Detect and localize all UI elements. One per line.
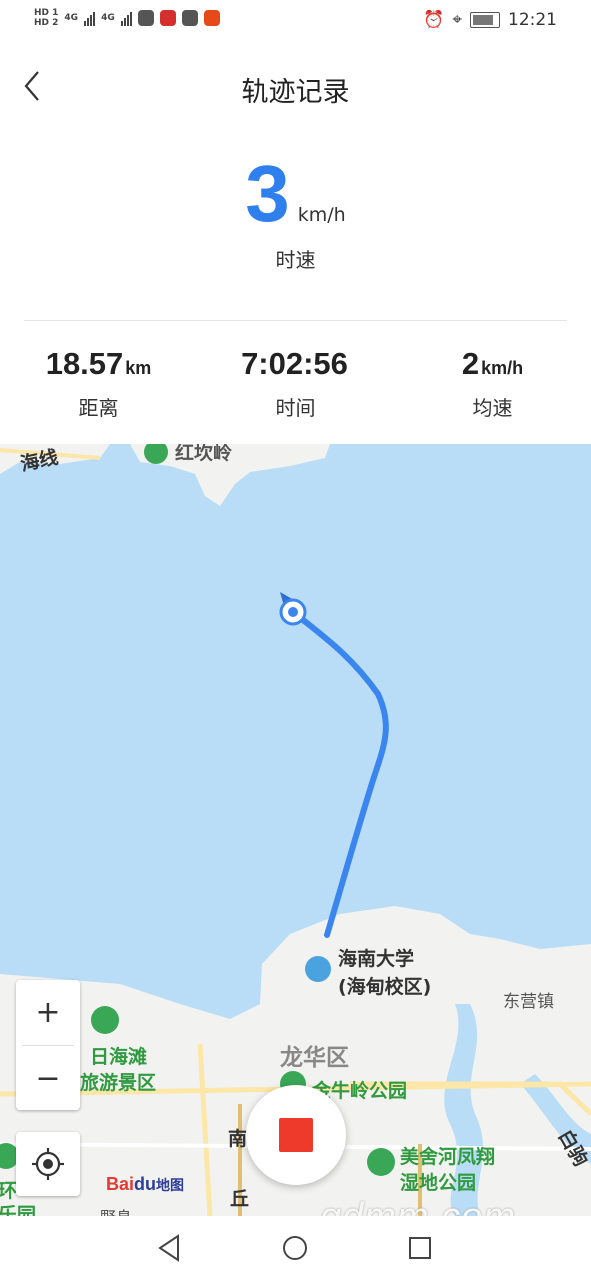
time-value: 7:02:56 — [241, 346, 348, 381]
map-label-hongkan: 红坎岭 — [175, 444, 233, 464]
stat-avg-speed: 2 km/h 均速 — [394, 346, 591, 421]
location-icon: ⌖ — [452, 10, 462, 30]
locate-button[interactable] — [16, 1132, 80, 1196]
hd-indicator: HD 1 HD 2 — [34, 8, 59, 28]
stop-recording-button[interactable] — [246, 1085, 346, 1185]
map-label-meishe-2[interactable]: 湿地公园 — [400, 1168, 476, 1195]
distance-value: 18.57 — [45, 346, 124, 381]
app-notification-icon — [181, 10, 198, 26]
zoom-control: + − — [16, 980, 80, 1110]
network-type-2: 4G — [101, 13, 115, 23]
map-label-beach-2[interactable]: 旅游景区 — [80, 1068, 156, 1095]
map-label-beach-1[interactable]: 日海滩 — [90, 1042, 147, 1069]
baidu-map-logo: Baidu地图 — [106, 1174, 184, 1195]
zoom-in-button[interactable]: + — [16, 980, 80, 1045]
page-title: 轨迹记录 — [241, 77, 350, 108]
nav-recents-icon[interactable] — [404, 1232, 436, 1264]
clock: 12:21 — [508, 10, 557, 30]
nav-home-icon[interactable] — [279, 1232, 311, 1264]
app-notification-icon — [137, 10, 154, 26]
avg-speed-label: 均速 — [472, 396, 513, 420]
alarm-icon: ⏰ — [423, 10, 445, 30]
header: 轨迹记录 — [0, 56, 591, 120]
distance-unit: km — [125, 358, 152, 378]
signal-icon — [84, 10, 96, 26]
status-bar: HD 1 HD 2 4G 4G ⏰ ⌖ 12:21 — [0, 0, 591, 44]
baidu-logo-map: 地图 — [156, 1177, 185, 1193]
app-notification-icon — [203, 10, 220, 26]
speed-value: 3 — [245, 149, 290, 238]
baidu-logo-du: du — [134, 1174, 157, 1194]
current-speed: 3 km/h — [0, 148, 591, 240]
map-label-left-2: 乐园 — [0, 1204, 37, 1216]
avg-speed-unit: km/h — [481, 358, 524, 378]
system-nav-bar — [0, 1216, 591, 1280]
map-label-meishe-1[interactable]: 美舍河凤翔 — [400, 1142, 495, 1169]
map-label-longhua: 龙华区 — [280, 1045, 349, 1071]
map-label-university-2[interactable]: (海甸校区) — [338, 972, 431, 999]
baidu-logo-bai: Bai — [106, 1174, 135, 1194]
nav-back-icon[interactable] — [154, 1232, 186, 1264]
stat-distance: 18.57 km 距离 — [0, 346, 197, 421]
app-notification-icon — [159, 10, 176, 26]
divider — [24, 320, 567, 321]
stat-time: 7:02:56 时间 — [197, 346, 394, 421]
time-label: 时间 — [275, 396, 316, 420]
speed-unit: km/h — [297, 204, 346, 226]
avg-speed-value: 2 — [461, 346, 480, 381]
speed-label: 时速 — [275, 248, 316, 272]
map-label-university-1[interactable]: 海南大学 — [338, 944, 414, 971]
crosshair-icon — [32, 1148, 64, 1180]
distance-label: 距离 — [78, 396, 119, 420]
map-label-dongying: 东营镇 — [503, 992, 554, 1012]
map-label-qiu: 丘 — [230, 1188, 250, 1210]
stop-icon — [279, 1118, 313, 1152]
map-label-nan: 南 — [228, 1128, 248, 1150]
battery-icon — [470, 12, 500, 28]
map-label-left-1: 环 — [0, 1180, 18, 1202]
zoom-out-button[interactable]: − — [16, 1046, 80, 1111]
map-label-yeshu: 野息 — [100, 1204, 132, 1216]
signal-icon-2 — [120, 10, 132, 26]
network-type-1: 4G — [64, 13, 79, 23]
